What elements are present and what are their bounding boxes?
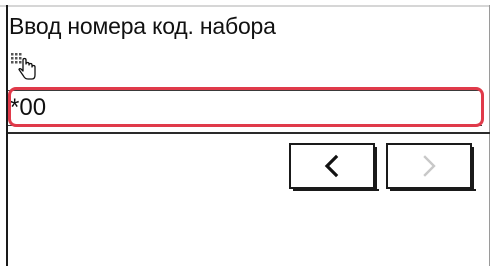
- frame-top-border: [0, 5, 490, 7]
- keypad-touch-icon: [11, 53, 36, 80]
- section-divider: [8, 132, 490, 134]
- dial-code-entry-screen: Ввод номера код. набора *00: [0, 0, 490, 266]
- frame-left-border: [6, 5, 8, 266]
- previous-button[interactable]: [289, 143, 379, 191]
- screen-title: Ввод номера код. набора: [9, 13, 276, 39]
- chevron-left-icon: [324, 154, 339, 178]
- chevron-right-icon: [423, 155, 436, 177]
- next-button[interactable]: [386, 143, 476, 191]
- input-highlight-frame: [8, 87, 484, 127]
